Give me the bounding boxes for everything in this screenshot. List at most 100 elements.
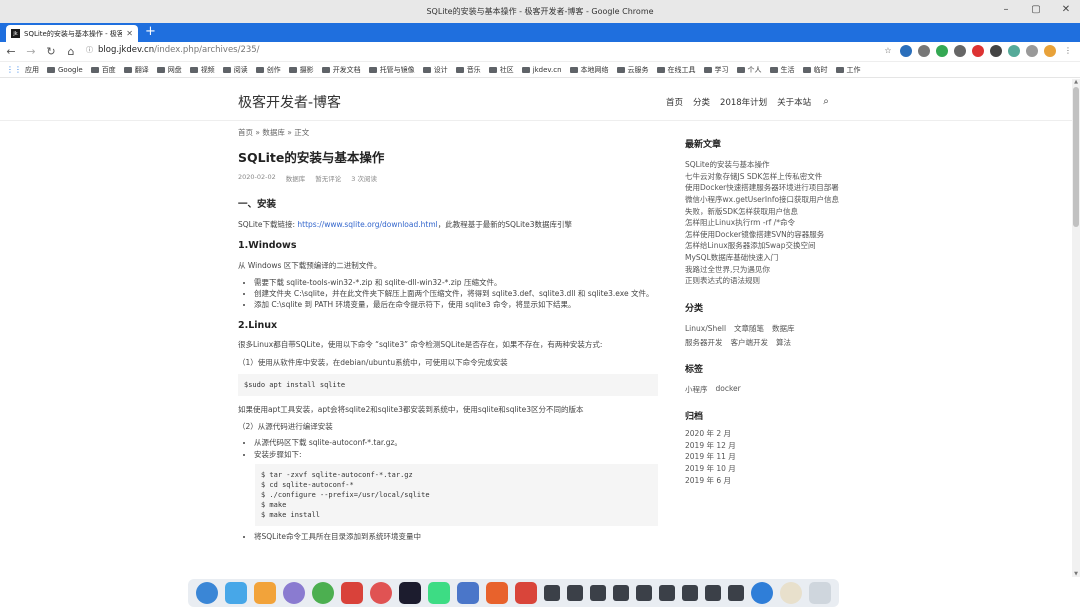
tag-link[interactable]: docker bbox=[716, 384, 741, 395]
scrollbar-thumb[interactable] bbox=[1073, 87, 1079, 227]
archive-link[interactable]: 2019 年 11 月 bbox=[685, 451, 845, 463]
archive-link[interactable]: 2019 年 10 月 bbox=[685, 463, 845, 475]
volume-icon[interactable] bbox=[613, 585, 629, 601]
home-icon[interactable]: ⌂ bbox=[62, 45, 80, 58]
extension-icon[interactable] bbox=[918, 45, 930, 57]
bookmark-item[interactable]: 网盘 bbox=[156, 65, 182, 75]
minimize-icon[interactable]: – bbox=[1000, 4, 1012, 15]
file-manager-icon[interactable] bbox=[225, 582, 247, 604]
category-link[interactable]: 客户端开发 bbox=[731, 337, 769, 349]
bookmark-item[interactable]: 阅读 bbox=[222, 65, 248, 75]
reload-icon[interactable]: ↻ bbox=[42, 45, 60, 58]
extension-icon[interactable] bbox=[936, 45, 948, 57]
collapse-tray-icon[interactable] bbox=[728, 585, 744, 601]
app-store-icon[interactable] bbox=[254, 582, 276, 604]
settings-icon[interactable] bbox=[283, 582, 305, 604]
recent-post-link[interactable]: 使用Docker快速搭建服务器环境进行项目部署 bbox=[685, 182, 845, 194]
archive-link[interactable]: 2019 年 6 月 bbox=[685, 475, 845, 487]
archive-link[interactable]: 2020 年 2 月 bbox=[685, 428, 845, 440]
recent-post-link[interactable]: MySQL数据库基础快速入门 bbox=[685, 252, 845, 264]
recent-post-link[interactable]: 正则表达式的语法规则 bbox=[685, 275, 845, 287]
nav-about[interactable]: 关于本站 bbox=[777, 96, 811, 108]
breadcrumb[interactable]: 首页 » 数据库 » 正文 bbox=[238, 127, 658, 138]
bookmark-item[interactable]: 云服务 bbox=[616, 65, 649, 75]
recent-post-link[interactable]: 怎样给Linux服务器添加Swap交换空间 bbox=[685, 240, 845, 252]
extension-icon[interactable] bbox=[900, 45, 912, 57]
power-icon[interactable] bbox=[751, 582, 773, 604]
tray-icon[interactable] bbox=[544, 585, 560, 601]
recent-post-link[interactable]: 怎样使用Docker镜像搭建SVN的容器服务 bbox=[685, 229, 845, 241]
forward-icon[interactable]: → bbox=[22, 45, 40, 58]
recent-post-link[interactable]: 我路过全世界,只为遇见你 bbox=[685, 264, 845, 276]
bookmark-item[interactable]: 创作 bbox=[255, 65, 281, 75]
bookmark-item[interactable]: 设计 bbox=[422, 65, 448, 75]
site-title[interactable]: 极客开发者-博客 bbox=[238, 92, 341, 112]
nav-categories[interactable]: 分类 bbox=[693, 96, 710, 108]
recent-post-link[interactable]: 七牛云对象存储JS SDK怎样上传私密文件 bbox=[685, 171, 845, 183]
presentation-icon[interactable] bbox=[486, 582, 508, 604]
category-link[interactable]: 算法 bbox=[776, 337, 791, 349]
bookmark-item[interactable]: 托管与镜像 bbox=[368, 65, 415, 75]
tray-icon[interactable] bbox=[705, 585, 721, 601]
editor-icon[interactable] bbox=[457, 582, 479, 604]
launcher-icon[interactable] bbox=[196, 582, 218, 604]
bookmark-item[interactable]: 音乐 bbox=[455, 65, 481, 75]
category-link[interactable]: 文章随笔 bbox=[734, 323, 764, 335]
intellij-icon[interactable] bbox=[399, 582, 421, 604]
search-icon[interactable]: ⌕ bbox=[823, 96, 829, 108]
tag-link[interactable]: 小程序 bbox=[685, 384, 708, 395]
page-scrollbar[interactable]: ▲ ▼ bbox=[1072, 79, 1080, 577]
chrome-icon[interactable] bbox=[312, 582, 334, 604]
address-bar[interactable]: ⓘ blog.jkdev.cn/index.php/archives/235/ bbox=[86, 45, 260, 55]
bookmark-item[interactable]: 在线工具 bbox=[656, 65, 696, 75]
tray-icon[interactable] bbox=[659, 585, 675, 601]
profile-avatar[interactable] bbox=[1044, 45, 1056, 57]
new-tab-icon[interactable]: + bbox=[145, 24, 156, 39]
bookmark-item[interactable]: 生活 bbox=[769, 65, 795, 75]
bookmark-item[interactable]: 翻译 bbox=[123, 65, 149, 75]
recent-post-link[interactable]: 微信小程序wx.getUserInfo接口获取用户信息失败，新版SDK怎样获取用… bbox=[685, 194, 845, 217]
bookmark-item[interactable]: 本地网络 bbox=[569, 65, 609, 75]
tray-icon[interactable] bbox=[682, 585, 698, 601]
trash-icon[interactable] bbox=[809, 582, 831, 604]
video-icon[interactable] bbox=[515, 582, 537, 604]
bookmark-item[interactable]: 学习 bbox=[703, 65, 729, 75]
bookmark-item[interactable]: 开发文档 bbox=[321, 65, 361, 75]
extension-icon[interactable] bbox=[954, 45, 966, 57]
bookmark-item[interactable]: 工作 bbox=[835, 65, 861, 75]
nav-home[interactable]: 首页 bbox=[666, 96, 683, 108]
browser-tab[interactable]: jk SQLite的安装与基本操作 - 极客 ✕ bbox=[6, 25, 138, 42]
android-studio-icon[interactable] bbox=[428, 582, 450, 604]
menu-icon[interactable]: ⋮ bbox=[1062, 45, 1074, 57]
download-link[interactable]: https://www.sqlite.org/download.html bbox=[297, 220, 437, 229]
extension-icon[interactable] bbox=[990, 45, 1002, 57]
bookmark-item[interactable]: 个人 bbox=[736, 65, 762, 75]
usb-icon[interactable] bbox=[590, 585, 606, 601]
apps-shortcut[interactable]: ⋮⋮ 应用 bbox=[6, 65, 39, 75]
bookmark-item[interactable]: Google bbox=[47, 66, 83, 74]
bookmark-item[interactable]: 社区 bbox=[488, 65, 514, 75]
bookmark-item[interactable]: 视频 bbox=[189, 65, 215, 75]
close-tab-icon[interactable]: ✕ bbox=[126, 29, 133, 38]
music-icon[interactable] bbox=[370, 582, 392, 604]
wifi-icon[interactable] bbox=[636, 585, 652, 601]
archive-link[interactable]: 2019 年 12 月 bbox=[685, 440, 845, 452]
recent-post-link[interactable]: 怎样阻止Linux执行rm -rf /*命令 bbox=[685, 217, 845, 229]
terminal-icon[interactable] bbox=[341, 582, 363, 604]
category-link[interactable]: Linux/Shell bbox=[685, 323, 726, 335]
post-category[interactable]: 数据库 bbox=[286, 173, 306, 183]
back-icon[interactable]: ← bbox=[2, 45, 20, 58]
scroll-up-icon[interactable]: ▲ bbox=[1072, 79, 1080, 85]
extension-icon[interactable] bbox=[972, 45, 984, 57]
info-icon[interactable]: ⓘ bbox=[86, 45, 93, 55]
category-link[interactable]: 数据库 bbox=[772, 323, 795, 335]
nav-plan-2018[interactable]: 2018年计划 bbox=[720, 96, 767, 108]
bookmark-item[interactable]: 百度 bbox=[90, 65, 116, 75]
keyboard-icon[interactable] bbox=[567, 585, 583, 601]
category-link[interactable]: 服务器开发 bbox=[685, 337, 723, 349]
extension-icon[interactable] bbox=[1008, 45, 1020, 57]
bookmark-item[interactable]: jkdev.cn bbox=[521, 66, 562, 74]
bookmark-item[interactable]: 临时 bbox=[802, 65, 828, 75]
post-comments[interactable]: 暂无评论 bbox=[315, 173, 341, 183]
clock-icon[interactable] bbox=[780, 582, 802, 604]
